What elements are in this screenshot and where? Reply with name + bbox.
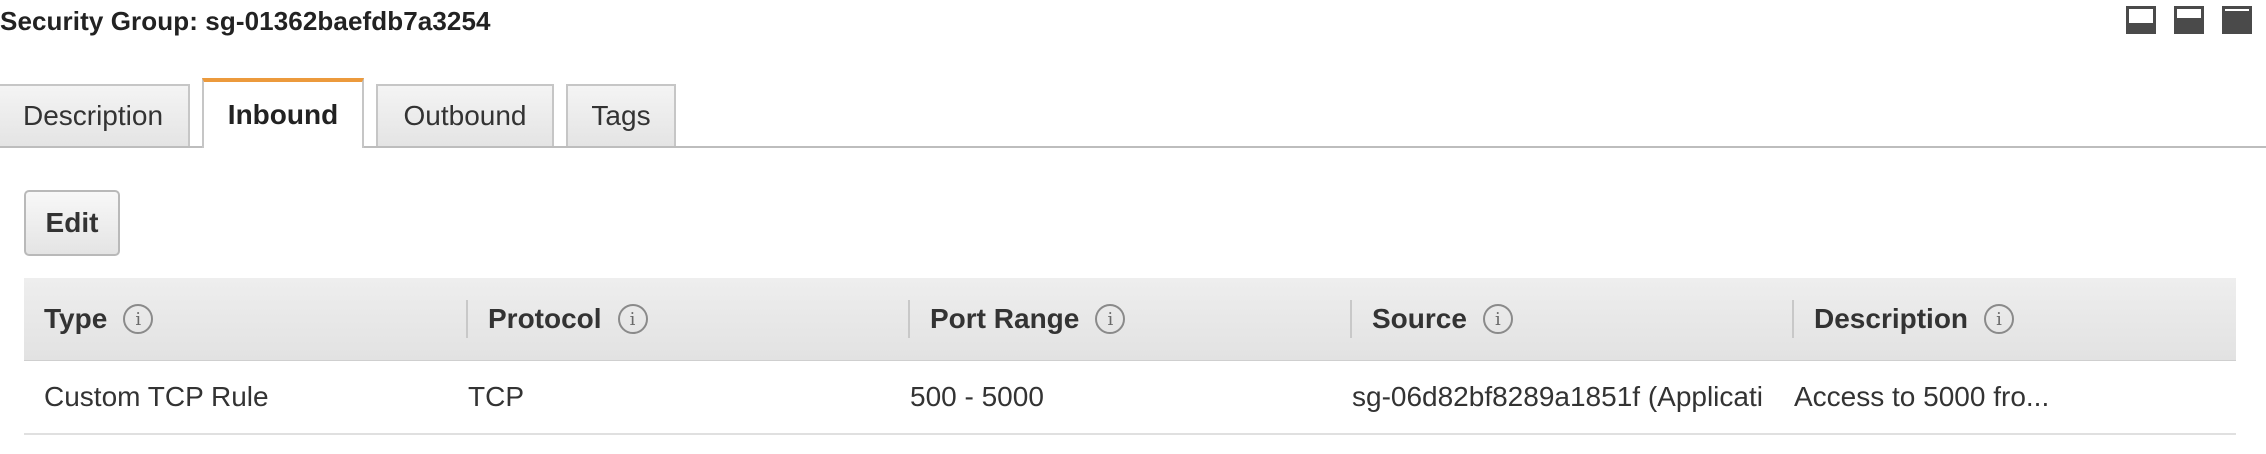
- cell-protocol: TCP: [468, 381, 524, 412]
- inbound-rules-table: Type i Protocol i Port Range i Source i …: [24, 278, 2236, 435]
- cell-port-range: 500 - 5000: [910, 381, 1044, 412]
- column-divider[interactable]: [908, 300, 910, 338]
- column-header-source[interactable]: Source i: [1350, 278, 1790, 360]
- info-icon[interactable]: i: [123, 304, 154, 334]
- page-title: Security Group: sg-01362baefdb7a3254: [0, 6, 491, 36]
- column-label: Source: [1372, 303, 1467, 334]
- panel-bottom-icon[interactable]: [2126, 6, 2156, 34]
- tab-inbound[interactable]: Inbound: [202, 78, 364, 148]
- column-label: Type: [44, 303, 108, 334]
- tab-description[interactable]: Description: [0, 84, 190, 146]
- table-row[interactable]: Custom TCP Rule TCP 500 - 5000 sg-06d82b…: [24, 361, 2236, 435]
- info-icon[interactable]: i: [1482, 304, 1513, 334]
- cell-type: Custom TCP Rule: [44, 381, 269, 412]
- tab-tags[interactable]: Tags: [566, 84, 676, 146]
- info-icon[interactable]: i: [1095, 304, 1126, 334]
- column-header-port-range[interactable]: Port Range i: [908, 278, 1348, 360]
- table-header: Type i Protocol i Port Range i Source i …: [24, 278, 2236, 361]
- column-divider[interactable]: [1350, 300, 1352, 338]
- column-label: Protocol: [488, 303, 602, 334]
- panel-middle-icon[interactable]: [2174, 6, 2204, 34]
- column-label: Port Range: [930, 303, 1080, 334]
- panel-top-icon[interactable]: [2222, 6, 2252, 34]
- tab-bar: Description Inbound Outbound Tags: [0, 78, 2266, 148]
- cell-source: sg-06d82bf8289a1851f (Applicati: [1352, 381, 1763, 412]
- cell-description: Access to 5000 fro...: [1794, 381, 2050, 412]
- info-icon[interactable]: i: [617, 304, 648, 334]
- column-header-protocol[interactable]: Protocol i: [466, 278, 906, 360]
- panel-layout-controls: [2126, 6, 2252, 34]
- column-header-type[interactable]: Type i: [24, 278, 444, 360]
- column-label: Description: [1814, 303, 1969, 334]
- info-icon[interactable]: i: [1984, 304, 2015, 334]
- security-group-panel: Security Group: sg-01362baefdb7a3254 Des…: [0, 0, 2266, 454]
- column-header-description[interactable]: Description i: [1792, 278, 2232, 360]
- column-divider[interactable]: [1792, 300, 1794, 338]
- column-divider[interactable]: [466, 300, 468, 338]
- tab-outbound[interactable]: Outbound: [376, 84, 554, 146]
- edit-button[interactable]: Edit: [24, 190, 120, 256]
